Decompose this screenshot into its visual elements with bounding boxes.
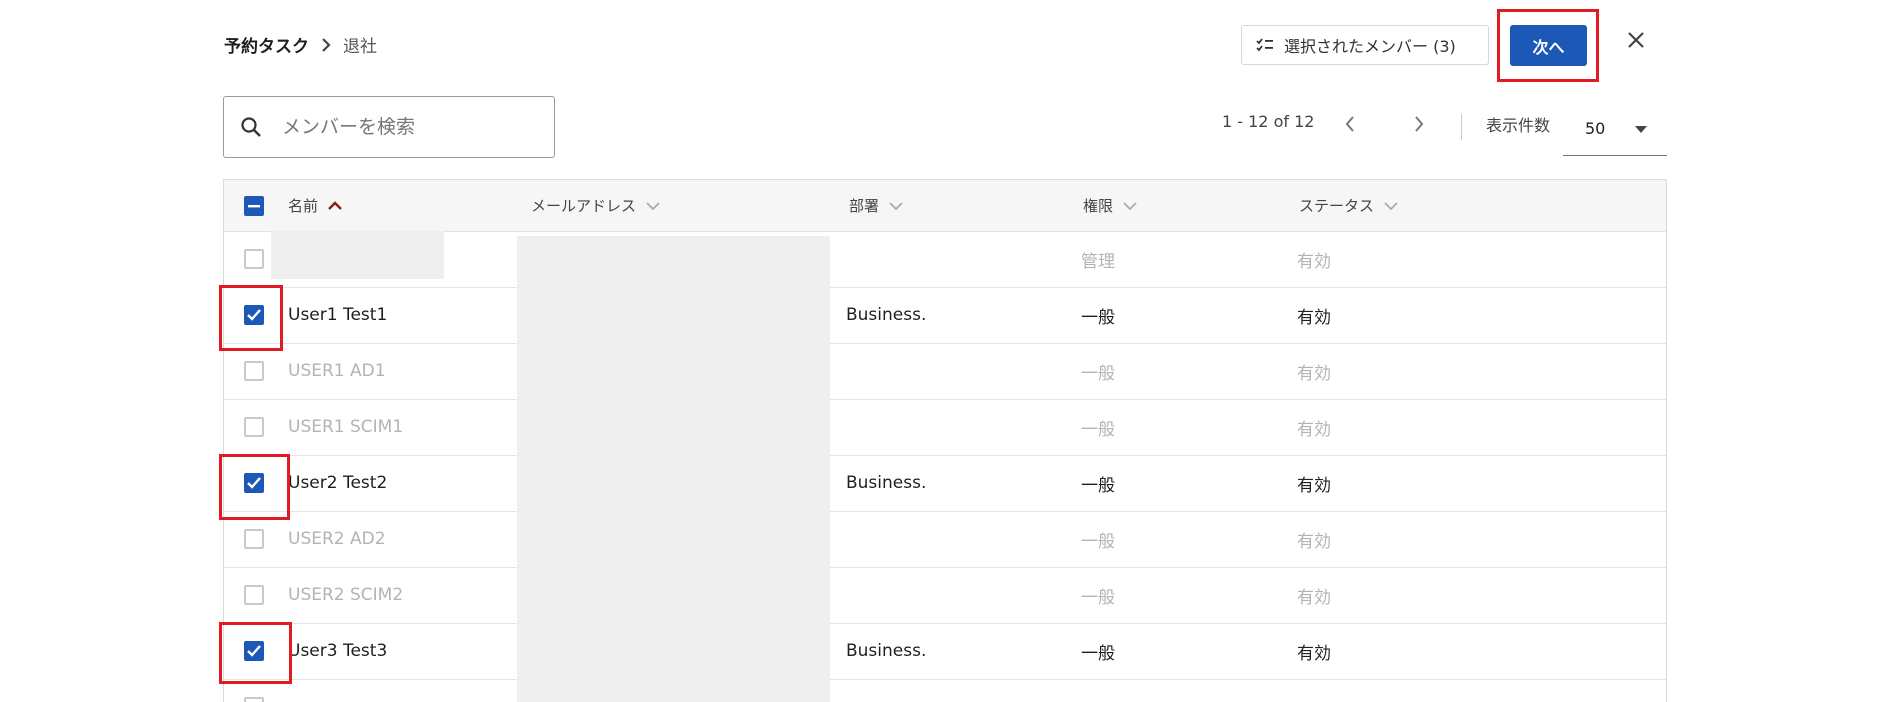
table-row[interactable]: USER1 SCIM1 一般 有効: [224, 399, 1666, 456]
member-role: 一般: [1081, 531, 1115, 552]
table-row[interactable]: USER1 AD1 一般 有効: [224, 343, 1666, 400]
column-header-role[interactable]: 権限: [1083, 180, 1137, 231]
row-select-cell: [244, 567, 264, 623]
breadcrumb: 予約タスク 退社: [224, 32, 377, 57]
per-page-select[interactable]: 50: [1563, 102, 1667, 156]
select-all-cell: [244, 180, 264, 231]
next-button[interactable]: 次へ: [1510, 25, 1587, 66]
search-input[interactable]: [280, 115, 514, 139]
per-page-value: 50: [1585, 119, 1606, 138]
row-checkbox[interactable]: [244, 529, 264, 549]
per-page-label: 表示件数: [1486, 116, 1551, 135]
member-status: 有効: [1297, 251, 1331, 272]
member-department: Business.: [846, 305, 927, 325]
member-department: Business.: [846, 641, 927, 661]
member-name: USER1 SCIM1: [288, 417, 404, 437]
member-department: Business.: [846, 473, 927, 493]
caret-down-icon: [1635, 126, 1647, 134]
member-role: 一般: [1081, 307, 1115, 328]
member-role: 一般: [1081, 475, 1115, 496]
redacted-email-column: [517, 236, 830, 702]
pagination-range: 1 - 12 of 12: [1222, 112, 1315, 131]
column-header-department-label: 部署: [849, 197, 880, 215]
pagination-divider: [1461, 114, 1462, 140]
row-checkbox[interactable]: [244, 249, 264, 269]
member-status: 有効: [1297, 363, 1331, 384]
member-status: 有効: [1297, 419, 1331, 440]
chevron-down-icon: [646, 201, 660, 211]
table-row[interactable]: User2 Test2 Business. 一般 有効: [224, 455, 1666, 512]
chevron-down-icon: [1123, 201, 1137, 211]
row-select-cell: [244, 455, 264, 511]
row-checkbox[interactable]: [244, 361, 264, 381]
member-role: 管理: [1081, 251, 1115, 272]
previous-page-icon[interactable]: [1344, 115, 1356, 133]
column-header-name[interactable]: 名前: [288, 180, 342, 231]
row-checkbox[interactable]: [244, 697, 264, 702]
member-status: 有効: [1297, 307, 1331, 328]
column-header-email[interactable]: メールアドレス: [531, 180, 660, 231]
row-checkbox[interactable]: [244, 585, 264, 605]
column-header-name-label: 名前: [288, 197, 319, 215]
member-name: User3 Test3: [288, 641, 388, 661]
checklist-icon: [1256, 38, 1274, 52]
close-icon[interactable]: [1626, 30, 1646, 50]
column-header-status-label: ステータス: [1299, 197, 1375, 215]
selected-members-button[interactable]: 選択されたメンバー (3): [1241, 25, 1489, 65]
row-select-cell: [244, 679, 264, 702]
search-icon: [240, 116, 262, 138]
member-name: User1 Test1: [288, 305, 388, 325]
table-row[interactable]: User1 Test1 Business. 一般 有効: [224, 287, 1666, 344]
chevron-down-icon: [1384, 201, 1398, 211]
row-select-cell: [244, 511, 264, 567]
check-icon: [247, 477, 261, 489]
table-row[interactable]: User3 Test3 Business. 一般 有効: [224, 623, 1666, 680]
select-all-checkbox[interactable]: [244, 195, 264, 216]
table-header: 名前 メールアドレス 部署 権限 ステータス: [224, 180, 1666, 232]
members-table: 名前 メールアドレス 部署 権限 ステータス 管理 有効 User1 Test1…: [223, 179, 1667, 702]
member-name: USER1 AD1: [288, 361, 386, 381]
row-select-cell: [244, 287, 264, 343]
breadcrumb-current: 退社: [343, 37, 377, 57]
selected-members-label: 選択されたメンバー (3): [1284, 37, 1456, 56]
member-role: 一般: [1081, 587, 1115, 608]
check-icon: [247, 309, 261, 321]
member-role: 一般: [1081, 363, 1115, 384]
check-icon: [247, 645, 261, 657]
chevron-down-icon: [889, 201, 903, 211]
next-page-icon[interactable]: [1413, 115, 1425, 133]
member-role: 一般: [1081, 419, 1115, 440]
row-select-cell: [244, 231, 264, 287]
member-status: 有効: [1297, 587, 1331, 608]
member-name: User2 Test2: [288, 473, 388, 493]
breadcrumb-root-link[interactable]: 予約タスク: [224, 32, 309, 57]
minus-icon: [248, 204, 260, 208]
member-role: 一般: [1081, 643, 1115, 664]
reservation-task-page: 予約タスク 退社 選択されたメンバー (3) 次へ メンバーを検索 1 - 12…: [0, 0, 1891, 702]
member-status: 有効: [1297, 531, 1331, 552]
row-select-cell: [244, 623, 264, 679]
row-checkbox[interactable]: [244, 417, 264, 437]
column-header-email-label: メールアドレス: [531, 197, 637, 215]
member-name: USER2 SCIM2: [288, 585, 404, 605]
sort-ascending-icon: [328, 200, 342, 211]
row-checkbox[interactable]: [244, 641, 264, 661]
table-row[interactable]: USER2 SCIM2 一般 有効: [224, 567, 1666, 624]
row-select-cell: [244, 343, 264, 399]
member-status: 有効: [1297, 475, 1331, 496]
table-row[interactable]: [224, 679, 1666, 702]
redacted-name-block: [271, 231, 444, 279]
column-header-status[interactable]: ステータス: [1299, 180, 1398, 231]
row-checkbox[interactable]: [244, 473, 264, 493]
search-box[interactable]: [223, 96, 555, 158]
member-status: 有効: [1297, 643, 1331, 664]
column-header-department[interactable]: 部署: [849, 180, 903, 231]
chevron-right-icon: [321, 37, 331, 53]
table-row[interactable]: USER2 AD2 一般 有効: [224, 511, 1666, 568]
row-checkbox[interactable]: [244, 305, 264, 325]
row-select-cell: [244, 399, 264, 455]
member-name: USER2 AD2: [288, 529, 386, 549]
column-header-role-label: 権限: [1083, 197, 1114, 215]
